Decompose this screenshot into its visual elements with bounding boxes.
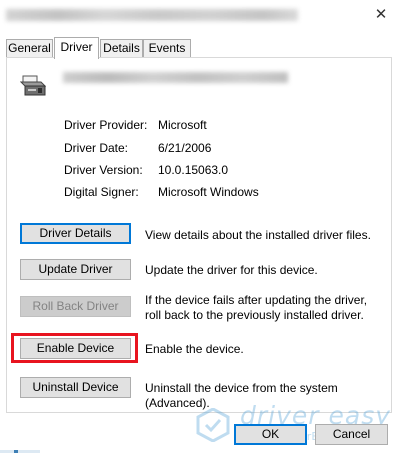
driver-easy-logo-icon [196, 408, 230, 442]
printer-icon [20, 75, 46, 96]
roll-back-driver-button[interactable]: Roll Back Driver [20, 296, 131, 317]
tab-details[interactable]: Details [100, 39, 143, 57]
cancel-button[interactable]: Cancel [315, 424, 388, 445]
digital-signer-label: Digital Signer: [64, 185, 139, 199]
enable-device-highlight [11, 333, 138, 363]
tab-driver[interactable]: Driver [54, 37, 99, 59]
digital-signer-value: Microsoft Windows [158, 185, 259, 199]
driver-details-description: View details about the installed driver … [145, 228, 371, 242]
enable-device-description: Enable the device. [145, 342, 244, 356]
driver-version-value: 10.0.15063.0 [158, 163, 229, 177]
bottom-edge-decoration [0, 450, 40, 453]
driver-details-button[interactable]: Driver Details [20, 223, 131, 244]
window-title-redacted [6, 9, 298, 21]
tab-general[interactable]: General [6, 39, 53, 57]
tab-events[interactable]: Events [143, 39, 191, 57]
update-driver-button[interactable]: Update Driver [20, 259, 131, 280]
update-driver-description: Update the driver for this device. [145, 263, 318, 277]
uninstall-device-button[interactable]: Uninstall Device [20, 377, 131, 398]
driver-date-value: 6/21/2006 [158, 141, 212, 155]
ok-button[interactable]: OK [234, 424, 307, 445]
driver-version-label: Driver Version: [64, 163, 143, 177]
device-name-redacted [63, 72, 288, 83]
uninstall-device-description: Uninstall the device from the system (Ad… [145, 381, 338, 410]
driver-provider-value: Microsoft [158, 118, 207, 132]
title-bar: ✕ [0, 0, 395, 30]
tab-strip: General Driver Details Events [6, 37, 391, 59]
roll-back-driver-description: If the device fails after updating the d… [145, 293, 368, 322]
driver-date-label: Driver Date: [64, 141, 129, 155]
close-icon[interactable]: ✕ [368, 3, 394, 25]
driver-provider-label: Driver Provider: [64, 118, 148, 132]
